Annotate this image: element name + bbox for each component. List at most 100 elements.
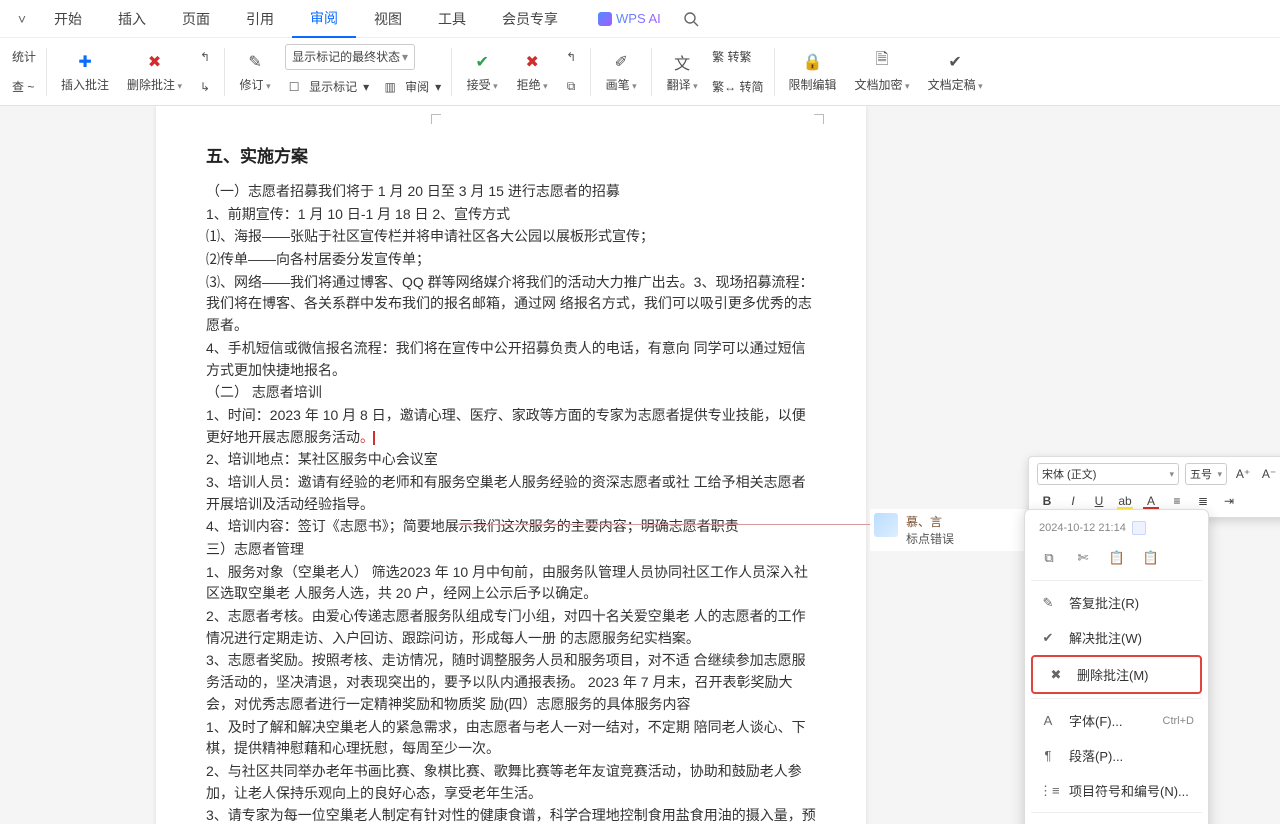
context-menu-meta: 2024-10-12 21:14 (1025, 516, 1208, 540)
bullets-dialog-icon: ⋮≡ (1039, 783, 1057, 799)
pen-button[interactable]: ✐ 画笔 (601, 49, 641, 95)
font-size-value: 五号 (1190, 466, 1212, 482)
tab-reference[interactable]: 引用 (228, 1, 292, 37)
doc-paragraph: 2、培训地点：某社区服务中心会议室 (206, 449, 816, 471)
to-simplified-button[interactable]: 繁↔ 转简 (712, 74, 763, 100)
tab-member[interactable]: 会员专享 (484, 1, 576, 37)
accept-button[interactable]: ✔ 接受 (462, 49, 502, 95)
check-label: 查 ~ (12, 78, 34, 95)
grow-font-button[interactable]: A⁺ (1233, 464, 1253, 484)
encrypt-icon: 🗎 (871, 51, 893, 73)
delete-comment-button[interactable]: ✖ 删除批注 (123, 49, 186, 95)
track-changes-icon: ✎ (244, 51, 266, 73)
highlight-button[interactable]: ab (1115, 491, 1135, 511)
shrink-font-button[interactable]: A⁻ (1259, 464, 1279, 484)
encrypt-button[interactable]: 🗎 文档加密 (851, 49, 914, 95)
prev-comment-icon: ↰ (196, 50, 214, 64)
search-icon[interactable] (681, 9, 701, 29)
insert-comment-button[interactable]: ✚ 插入批注 (57, 49, 113, 95)
font-color-button[interactable]: A (1141, 491, 1161, 511)
translate-label: 翻译 (667, 76, 698, 93)
tabs-chevron[interactable]: ˅ (8, 11, 36, 27)
tab-start[interactable]: 开始 (36, 1, 100, 37)
font-size-select[interactable]: 五号 (1185, 463, 1227, 485)
insertion-caret (373, 431, 375, 445)
bold-button[interactable]: B (1037, 491, 1057, 511)
wps-ai-button[interactable]: WPS AI (588, 5, 671, 32)
compare-icon: ⧉ (562, 79, 580, 94)
translate-icon: 文 (671, 51, 693, 73)
doc-paragraph: 3、培训人员：邀请有经验的老师和有服务空巢老人服务经验的资深志愿者或社 工给予相… (206, 472, 816, 515)
resolve-comment-icon: ✔ (1039, 630, 1057, 646)
doc-paragraph: （一）志愿者招募我们将于 1 月 20 日至 3 月 15 进行志愿者的招募 (206, 181, 816, 203)
reply-comment-item[interactable]: ✎ 答复批注(R) (1025, 585, 1208, 620)
comment-card[interactable]: 慕、言 标点错误 (870, 509, 1030, 551)
comment-timestamp: 2024-10-12 21:14 (1039, 522, 1126, 534)
translate-button[interactable]: 文 翻译 (662, 49, 702, 95)
track-changes-button[interactable]: ✎ 修订 (235, 49, 275, 95)
doc-paragraph: （二） 志愿者培训 (206, 382, 816, 404)
doc-paragraph: 1、时间：2023 年 10 月 8 日，邀请心理、医疗、家政等方面的专家为志愿… (206, 405, 816, 448)
hyperlink-item[interactable]: 🔗 超链接(H)... Ctrl+K (1025, 817, 1208, 824)
italic-button[interactable]: I (1063, 491, 1083, 511)
review-pane-label: 审阅 (405, 78, 429, 95)
delete-comment-item-label: 删除批注(M) (1077, 665, 1149, 684)
comment-author: 慕、言 (906, 513, 954, 530)
to-traditional-label: 繁 转繁 (712, 48, 751, 65)
pen-icon: ✐ (610, 51, 632, 73)
tab-review[interactable]: 审阅 (292, 0, 356, 38)
line-spacing-button[interactable]: ≡ (1167, 491, 1187, 511)
tab-tools[interactable]: 工具 (420, 1, 484, 37)
font-dialog-icon: A (1039, 713, 1057, 728)
delete-comment-item[interactable]: ✖ 删除批注(M) (1033, 657, 1200, 692)
tab-view[interactable]: 视图 (356, 1, 420, 37)
paragraph-dialog-item[interactable]: ¶ 段落(P)... (1025, 738, 1208, 773)
resolve-comment-item[interactable]: ✔ 解决批注(W) (1025, 620, 1208, 655)
underline-button[interactable]: U (1089, 491, 1109, 511)
restrict-edit-icon: 🔒 (802, 51, 824, 73)
paragraph-dialog-icon: ¶ (1039, 748, 1057, 763)
stats-button[interactable]: 统计 (12, 44, 36, 70)
document-page[interactable]: 五、实施方案 （一）志愿者招募我们将于 1 月 20 日至 3 月 15 进行志… (156, 106, 866, 824)
accept-label: 接受 (467, 76, 498, 93)
compare-button[interactable]: ⧉ (562, 74, 580, 100)
font-family-value: 宋体 (正文) (1042, 466, 1096, 482)
show-markup-icon: ☐ (285, 80, 303, 94)
review-pane-button[interactable]: ▥审阅 ▾ (381, 74, 441, 100)
indent-button[interactable]: ⇥ (1219, 491, 1239, 511)
show-markup-button[interactable]: ☐显示标记 ▾ (285, 74, 369, 100)
finalize-button[interactable]: ✔ 文档定稿 (924, 49, 987, 95)
cut-icon[interactable]: ✄ (1073, 548, 1093, 568)
finalize-icon: ✔ (944, 51, 966, 73)
tab-page[interactable]: 页面 (164, 1, 228, 37)
to-traditional-button[interactable]: 繁 转繁 (712, 44, 763, 70)
margin-corner-tl (431, 114, 441, 124)
doc-paragraph: 1、及时了解和解决空巢老人的紧急需求，由志愿者与老人一对一结对，不定期 陪同老人… (206, 717, 816, 760)
paste-icon[interactable]: 📋 (1107, 548, 1127, 568)
check-button[interactable]: 查 ~ (12, 74, 36, 100)
align-button[interactable]: ≣ (1193, 491, 1213, 511)
paste-special-icon[interactable]: 📋 (1141, 548, 1161, 568)
copy-icon[interactable]: ⧉ (1039, 548, 1059, 568)
font-dialog-item[interactable]: A 字体(F)... Ctrl+D (1025, 703, 1208, 738)
bullets-dialog-item[interactable]: ⋮≡ 项目符号和编号(N)... (1025, 773, 1208, 808)
restrict-edit-button[interactable]: 🔒 限制编辑 (785, 49, 841, 95)
prev-change-button[interactable]: ↰ (562, 44, 580, 70)
reject-button[interactable]: ✖ 拒绝 (512, 49, 552, 95)
delete-comment-label: 删除批注 (127, 76, 182, 93)
comment-connector-line (458, 524, 870, 525)
next-comment-button[interactable]: ↳ (196, 74, 214, 100)
display-state-select[interactable]: 显示标记的最终状态 (285, 44, 415, 70)
accept-icon: ✔ (471, 51, 493, 73)
comment-avatar (874, 513, 898, 537)
pen-label: 画笔 (606, 76, 637, 93)
context-menu-clipboard-row: ⧉ ✄ 📋 📋 (1025, 540, 1208, 576)
bullets-dialog-label: 项目符号和编号(N)... (1069, 781, 1189, 800)
prev-comment-button[interactable]: ↰ (196, 44, 214, 70)
font-family-select[interactable]: 宋体 (正文) (1037, 463, 1179, 485)
restrict-edit-label: 限制编辑 (789, 76, 837, 93)
tab-insert[interactable]: 插入 (100, 1, 164, 37)
comment-meta-icon (1132, 521, 1146, 535)
doc-paragraph: 4、培训内容：签订《志愿书》；简要地展示我们这次服务的主要内容；明确志愿者职责 (206, 516, 816, 538)
paragraph-dialog-label: 段落(P)... (1069, 746, 1123, 765)
